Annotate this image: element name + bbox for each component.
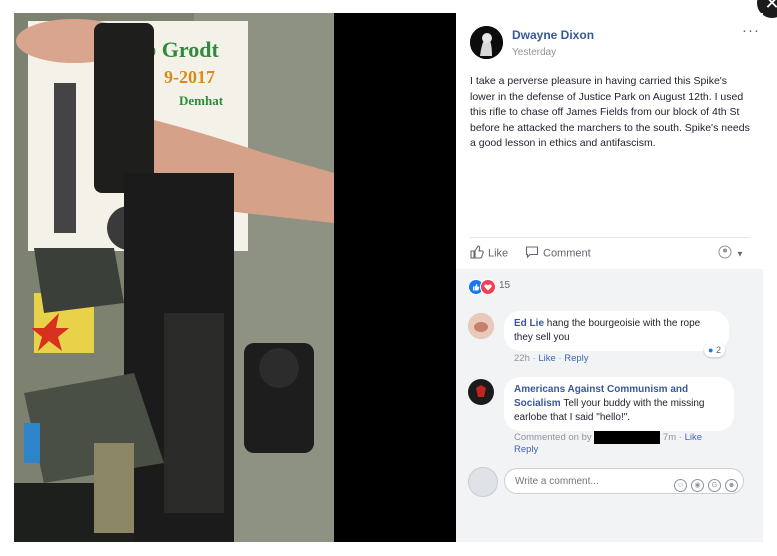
comment-reply-link[interactable]: Reply xyxy=(564,353,588,364)
post-text: I take a perverse pleasure in having car… xyxy=(470,75,750,149)
comment-like-link[interactable]: Like xyxy=(685,432,702,443)
comment-like-link[interactable]: Like xyxy=(538,353,555,364)
comment-bubble: Americans Against Communism and Socialis… xyxy=(504,377,734,431)
svg-text:9-2017: 9-2017 xyxy=(164,67,215,87)
profile-silhouette-icon xyxy=(718,245,732,262)
comment-button[interactable]: Comment xyxy=(525,245,591,262)
post-author[interactable]: Dwayne Dixon xyxy=(512,28,594,42)
comment-label: Comment xyxy=(543,247,591,260)
photo-letterbox xyxy=(334,13,456,542)
post-action-bar: Like Comment ▼ xyxy=(470,237,750,268)
composer-icons: ☺ ◉ G ☻ xyxy=(670,474,738,492)
svg-text:b Grodt: b Grodt xyxy=(144,37,219,62)
commented-on-by: Commented on by xyxy=(514,432,592,444)
comment-meta: 22h · Like · Reply xyxy=(514,353,589,364)
comment-meta: Commented on by 7m · Like Reply xyxy=(514,431,702,455)
svg-text:Demhat: Demhat xyxy=(179,93,224,108)
post-photo[interactable]: b Grodt 9-2017 Demhat xyxy=(14,13,334,542)
rifle-photo-image: b Grodt 9-2017 Demhat xyxy=(14,13,334,542)
like-label: Like xyxy=(488,247,509,260)
author-avatar[interactable] xyxy=(470,26,503,59)
reactions-and-comments: 15 Ed Lie hang the bourgeoisie with the … xyxy=(456,269,763,542)
comment-reply-link[interactable]: Reply xyxy=(514,444,538,455)
post-panel: Dwayne Dixon Yesterday ··· I take a perv… xyxy=(456,13,763,542)
like-reaction-icon: ● xyxy=(708,345,714,355)
reaction-count: 15 xyxy=(499,280,511,291)
thumbs-up-icon xyxy=(470,245,484,262)
comment-bubble: Ed Lie hang the bourgeoisie with the rop… xyxy=(504,311,729,351)
camera-icon[interactable]: ◉ xyxy=(691,479,704,492)
chevron-down-icon: ▼ xyxy=(736,249,744,259)
redaction-bar xyxy=(594,431,661,444)
comment-item: Ed Lie hang the bourgeoisie with the rop… xyxy=(468,311,758,371)
comment-time[interactable]: 22h xyxy=(514,353,530,364)
post-timestamp[interactable]: Yesterday xyxy=(512,47,556,58)
current-user-avatar xyxy=(468,467,498,497)
comment-time[interactable]: 7m xyxy=(663,432,676,443)
love-reaction-icon xyxy=(480,279,496,295)
like-button[interactable]: Like xyxy=(470,245,508,262)
commenter-avatar[interactable] xyxy=(468,379,494,405)
gif-icon[interactable]: G xyxy=(708,479,721,492)
commenter-avatar[interactable] xyxy=(468,313,494,339)
comment-like-count[interactable]: ● 2 xyxy=(704,343,725,357)
avatar-image xyxy=(470,26,503,59)
comment-bubble-icon xyxy=(525,245,539,262)
audience-selector[interactable]: ▼ xyxy=(718,245,744,262)
comment-author[interactable]: Ed Lie xyxy=(514,318,544,329)
comment-composer: ☺ ◉ G ☻ xyxy=(468,467,748,497)
comment-item: Americans Against Communism and Socialis… xyxy=(468,377,758,457)
post-header: Dwayne Dixon Yesterday ··· xyxy=(470,22,760,72)
emoji-icon[interactable]: ☺ xyxy=(674,479,687,492)
more-options-button[interactable]: ··· xyxy=(742,22,760,39)
sticker-icon[interactable]: ☻ xyxy=(725,479,738,492)
